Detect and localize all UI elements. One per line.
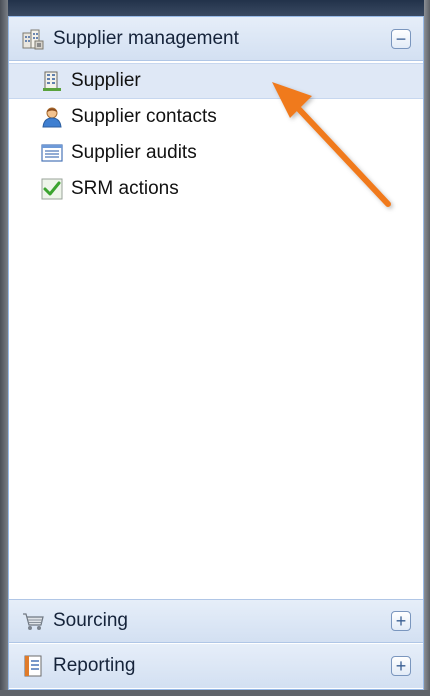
cart-icon xyxy=(21,609,45,633)
nav-item-supplier[interactable]: Supplier xyxy=(9,63,423,99)
section-header-reporting[interactable]: Reporting + xyxy=(9,644,423,688)
building-icon xyxy=(21,27,45,51)
collapse-button[interactable]: − xyxy=(391,28,411,49)
supplier-management-items: Supplier Supplier contacts Supplier audi… xyxy=(9,63,423,207)
nav-item-supplier-audits[interactable]: Supplier audits xyxy=(9,135,423,171)
nav-item-srm-actions[interactable]: SRM actions xyxy=(9,171,423,207)
nav-item-label: Supplier audits xyxy=(71,142,197,163)
nav-item-label: Supplier contacts xyxy=(71,106,217,127)
checkmark-icon xyxy=(41,178,63,200)
section-title-sourcing: Sourcing xyxy=(53,610,128,631)
window-frame-right xyxy=(424,0,430,696)
nav-item-label: SRM actions xyxy=(71,178,179,199)
nav-item-supplier-contacts[interactable]: Supplier contacts xyxy=(9,99,423,135)
navigation-panel: Supplier management − Supplier Supplier … xyxy=(8,16,424,690)
expand-button[interactable]: + xyxy=(391,611,411,631)
section-title-supplier-management: Supplier management xyxy=(53,27,239,49)
section-header-sourcing[interactable]: Sourcing + xyxy=(9,599,423,643)
window-frame-top xyxy=(0,0,430,16)
list-icon xyxy=(41,142,63,164)
report-icon xyxy=(21,654,45,678)
nav-item-label: Supplier xyxy=(71,70,141,91)
section-title-reporting: Reporting xyxy=(53,655,136,676)
window-frame-left xyxy=(0,0,8,696)
building-icon xyxy=(41,70,63,92)
person-icon xyxy=(41,106,63,128)
window-frame-bottom xyxy=(0,690,430,696)
expand-button[interactable]: + xyxy=(391,656,411,676)
section-header-supplier-management[interactable]: Supplier management − xyxy=(9,17,423,61)
